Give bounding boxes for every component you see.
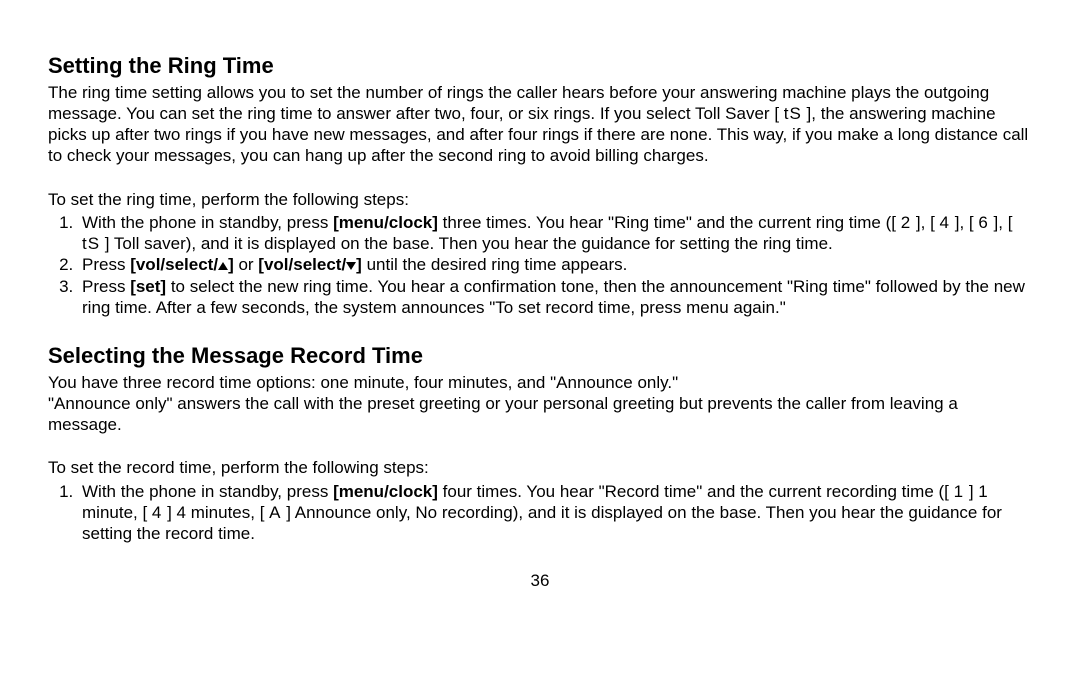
ring-step-3: Press [set] to select the new ring time.… <box>78 276 1032 319</box>
glyph-4: 4 <box>940 213 950 232</box>
set-key: [set] <box>130 277 166 296</box>
heading-ring-time: Setting the Ring Time <box>48 52 1032 80</box>
glyph-2: 2 <box>901 213 911 232</box>
text: until the desired ring time appears. <box>362 255 628 274</box>
text: to select the new ring time. You hear a … <box>82 277 1025 317</box>
record-step-1: With the phone in standby, press [menu/c… <box>78 481 1032 545</box>
ring-time-intro: The ring time setting allows you to set … <box>48 82 1032 167</box>
text: ] 4 minutes, [ <box>162 503 269 522</box>
text: [vol/select/ <box>130 255 218 274</box>
caron-down-icon <box>346 262 356 270</box>
text: With the phone in standby, press <box>82 482 333 501</box>
text: Press <box>82 255 130 274</box>
text: ], [ <box>911 213 939 232</box>
vol-select-down-key: [vol/select/] <box>258 255 362 274</box>
ring-time-lead: To set the ring time, perform the follow… <box>48 189 1032 210</box>
text: Press <box>82 277 130 296</box>
text: [vol/select/ <box>258 255 346 274</box>
record-time-lead: To set the record time, perform the foll… <box>48 457 1032 478</box>
vol-select-up-key: [vol/select/] <box>130 255 234 274</box>
text: ], [ <box>989 213 1013 232</box>
page-number: 36 <box>48 570 1032 591</box>
text: three times. You hear "Ring time" and th… <box>438 213 901 232</box>
glyph-1: 1 <box>954 482 964 501</box>
glyph-4: 4 <box>152 503 162 522</box>
glyph-A: A <box>269 503 281 522</box>
record-time-steps: With the phone in standby, press [menu/c… <box>48 481 1032 545</box>
text: or <box>234 255 259 274</box>
caron-up-icon <box>218 262 228 270</box>
manual-page: Setting the Ring Time The ring time sett… <box>0 0 1080 604</box>
text: With the phone in standby, press <box>82 213 333 232</box>
menu-clock-key: [menu/clock] <box>333 213 438 232</box>
ring-step-1: With the phone in standby, press [menu/c… <box>78 212 1032 255</box>
ring-step-2: Press [vol/select/] or [vol/select/] unt… <box>78 254 1032 275</box>
menu-clock-key: [menu/clock] <box>333 482 438 501</box>
announce-only-desc: "Announce only" answers the call with th… <box>48 393 1032 436</box>
ring-time-steps: With the phone in standby, press [menu/c… <box>48 212 1032 318</box>
record-time-options: You have three record time options: one … <box>48 372 1032 393</box>
text: ], [ <box>950 213 978 232</box>
glyph-6: 6 <box>978 213 988 232</box>
text: ] Toll saver), and it is displayed on th… <box>100 234 833 253</box>
heading-record-time: Selecting the Message Record Time <box>48 342 1032 370</box>
glyph-ts: tS <box>784 104 802 123</box>
text: four times. You hear "Record time" and t… <box>438 482 954 501</box>
glyph-ts: tS <box>82 234 100 253</box>
